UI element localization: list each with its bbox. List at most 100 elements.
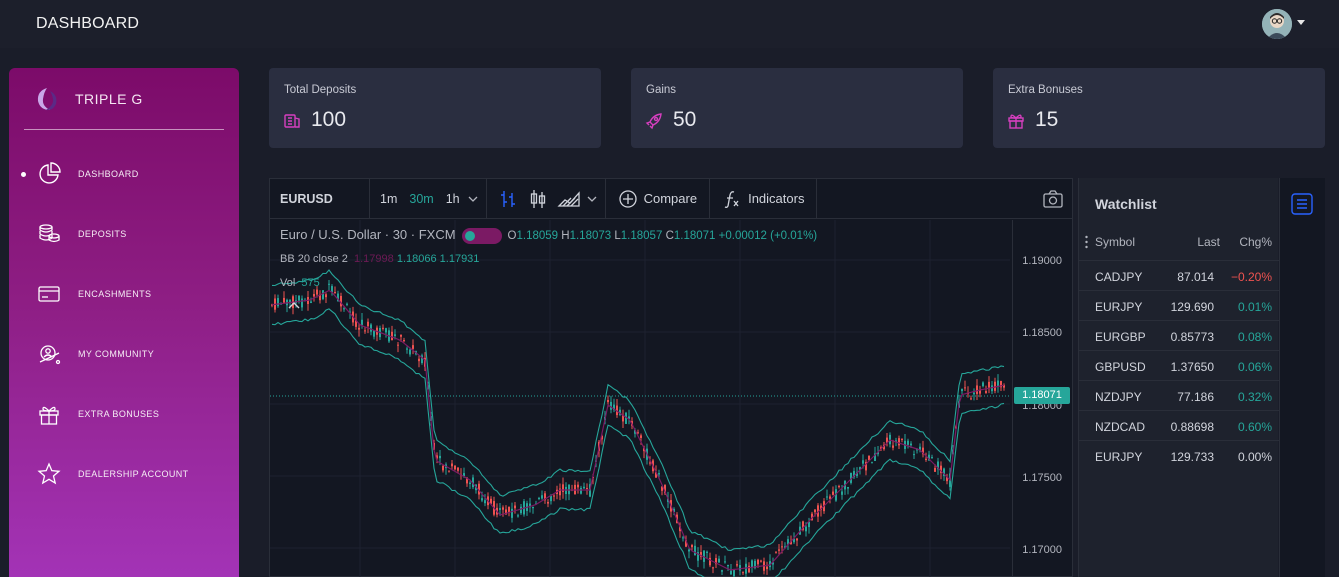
card-value: 50 [673,108,697,131]
chart-toolbar: EURUSD 1m 30m 1h Compare Indicators [270,178,1072,219]
volume-legend: Vol 575 [280,277,320,289]
watchlist-row[interactable]: EURJPY 129.733 0.00% [1079,440,1279,470]
card-value: 100 [311,108,347,131]
money-icon [284,114,300,128]
compare-button[interactable]: Compare [612,189,703,209]
watchlist-list-icon[interactable] [1290,192,1314,216]
chevron-up-icon[interactable] [284,299,304,313]
header-symbol[interactable]: Symbol [1095,235,1135,249]
sidebar-item-deposits[interactable]: DEPOSITS [9,214,239,254]
header-last[interactable]: Last [1197,235,1220,249]
row-symbol: EURJPY [1095,300,1143,314]
user-avatar-icon[interactable] [1262,9,1292,39]
row-last: 1.37650 [1170,360,1214,374]
watchlist-row[interactable]: EURGBP 0.85773 0.08% [1079,320,1279,350]
camera-icon[interactable] [1042,188,1064,210]
stat-card-total-deposits: Total Deposits 100 [269,68,601,148]
sidebar-item-label: MY COMMUNITY [78,349,155,359]
last-price-label: 1.18071 [1014,387,1070,404]
watchlist-header: Symbol Last Chg% [1079,233,1279,253]
indicators-label: Indicators [748,191,805,206]
header-chg[interactable]: Chg% [1239,235,1272,249]
interval-1h[interactable]: 1h [440,192,466,206]
chevron-down-icon[interactable] [466,192,480,206]
rocket-icon [645,113,662,130]
watchlist-row[interactable]: NZDCAD 0.88698 0.60% [1079,410,1279,440]
compare-label: Compare [643,191,698,206]
card-label: Gains [646,84,677,96]
sidebar: TRIPLE G DASHBOARD DEPOSITS ENCASHMENTS … [9,68,239,577]
row-change: 0.32% [1237,390,1272,404]
watchlist-title: Watchlist [1095,196,1157,212]
interval-30m[interactable]: 30m [403,192,439,206]
row-last: 87.014 [1177,270,1214,284]
chevron-down-icon[interactable] [585,192,599,206]
interval-1m[interactable]: 1m [374,192,403,206]
sidebar-item-extra-bonuses[interactable]: EXTRA BONUSES [9,394,239,434]
price-tick: 1.18500 [1022,327,1062,339]
coins-stack-icon [39,224,60,243]
credit-card-icon [38,286,60,302]
row-symbol: EURGBP [1095,330,1146,344]
stat-card-gains: Gains 50 [631,68,963,148]
top-bar: DASHBOARD [0,0,1339,48]
brand[interactable]: TRIPLE G [33,86,143,112]
watchlist-panel: Watchlist Symbol Last Chg% CADJPY 87.014 −… [1078,178,1279,577]
drag-handle-icon[interactable] [1085,235,1088,249]
watchlist-row[interactable]: CADJPY 87.014 −0.20% [1079,260,1279,290]
bar-style-icon[interactable] [497,188,519,210]
row-last: 0.85773 [1170,330,1214,344]
ohlc-values: O1.18059 H1.18073 L1.18057 C1.18071 +0.0… [507,230,818,242]
card-label: Total Deposits [284,84,357,96]
community-globe-icon [39,345,61,365]
row-last: 0.88698 [1170,420,1214,434]
row-symbol: NZDJPY [1095,390,1142,404]
watchlist-row[interactable]: EURJPY 129.690 0.01% [1079,290,1279,320]
star-icon [37,462,61,485]
brand-name: TRIPLE G [75,91,143,107]
area-chart-icon[interactable] [557,188,581,210]
price-plot[interactable] [270,220,1010,577]
sidebar-item-dealership-account[interactable]: DEALERSHIP ACCOUNT [9,454,239,494]
row-change: 0.08% [1237,330,1272,344]
row-symbol: EURJPY [1095,450,1143,464]
stat-card-extra-bonuses: Extra Bonuses 15 [993,68,1325,148]
row-last: 129.690 [1170,300,1214,314]
sidebar-item-label: EXTRA BONUSES [78,409,160,419]
row-symbol: GBPUSD [1095,360,1146,374]
row-change: 0.06% [1237,360,1272,374]
symbol-search[interactable]: EURUSD [270,178,370,219]
watchlist-row[interactable]: GBPUSD 1.37650 0.06% [1079,350,1279,380]
gift-icon [39,406,59,425]
active-dot [21,171,26,177]
row-change: 0.60% [1237,420,1272,434]
price-tick: 1.17000 [1022,544,1062,556]
page-title: DASHBOARD [36,15,140,32]
chevron-down-icon[interactable] [1297,20,1305,25]
card-label: Extra Bonuses [1008,84,1083,96]
row-change: 0.00% [1237,450,1272,464]
plus-circle-icon [618,189,637,208]
indicators-button[interactable]: Indicators [716,189,810,209]
legend-toggle[interactable] [461,227,502,244]
row-symbol: CADJPY [1095,270,1143,284]
price-tick: 1.17500 [1022,472,1062,484]
sidebar-item-dashboard[interactable]: DASHBOARD [9,154,239,194]
row-change: 0.01% [1237,300,1272,314]
row-symbol: NZDCAD [1095,420,1145,434]
row-last: 77.186 [1177,390,1214,404]
watchlist-row[interactable]: NZDJPY 77.186 0.32% [1079,380,1279,410]
pie-chart-icon [39,162,61,184]
candles-icon[interactable] [527,188,549,210]
bb-legend: BB 20 close 2 1.17998 1.18066 1.17931 [280,253,480,265]
legend-title: Euro / U.S. Dollar · 30 · FXCM [280,227,456,242]
brand-logo-icon [37,88,57,111]
sidebar-item-label: ENCASHMENTS [78,289,152,299]
right-toolbar [1279,178,1325,577]
trading-chart[interactable]: EURUSD 1m 30m 1h Compare Indicators Euro… [269,178,1073,577]
sidebar-item-label: DEPOSITS [78,229,127,239]
sidebar-item-encashments[interactable]: ENCASHMENTS [9,274,239,314]
row-last: 129.733 [1170,450,1214,464]
sidebar-item-my-community[interactable]: MY COMMUNITY [9,334,239,374]
row-change: −0.20% [1230,270,1272,284]
